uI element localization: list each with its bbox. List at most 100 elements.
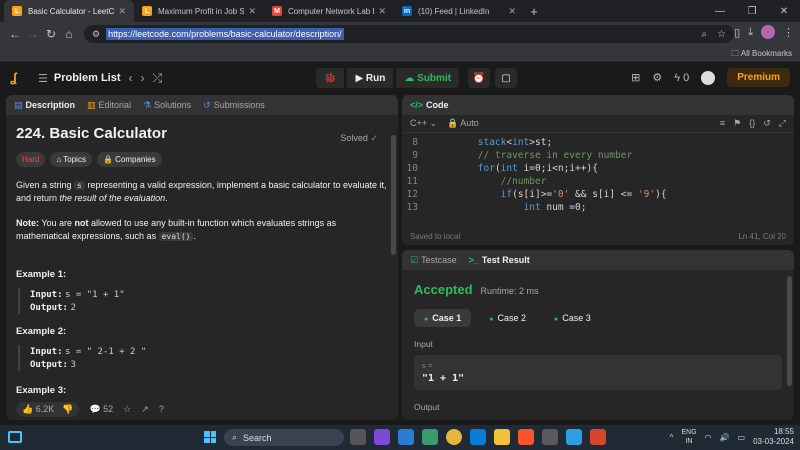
reset-icon[interactable]: ↺ (763, 118, 771, 129)
close-tab-icon[interactable]: ✕ (378, 6, 386, 17)
case-label: Case 2 (497, 313, 527, 323)
bookmark-star-icon[interactable]: ☆ (717, 29, 726, 40)
app-icon[interactable] (422, 429, 438, 445)
language-select[interactable]: C++ ⌄ (410, 118, 437, 129)
chevron-up-icon[interactable]: ^ (670, 433, 674, 442)
shuffle-icon[interactable]: ⤮ (153, 71, 163, 86)
close-tab-icon[interactable]: ✕ (248, 6, 256, 17)
fullscreen-icon[interactable]: ⤢ (779, 118, 786, 129)
download-icon[interactable]: ⤓ (748, 26, 753, 39)
menu-icon[interactable]: ⋮ (783, 26, 794, 39)
notes-button[interactable]: ▢ (495, 68, 518, 88)
problem-list-button[interactable]: ☰ Problem List (38, 72, 121, 85)
comments-button[interactable]: 💬 52 (89, 404, 113, 415)
all-bookmarks-label: All Bookmarks (740, 49, 792, 58)
home-icon[interactable]: ⌂ (60, 27, 78, 41)
all-bookmarks-button[interactable]: 🗀 All Bookmarks (731, 48, 792, 62)
tab-description[interactable]: ▤ Description (14, 100, 75, 111)
zoom-icon[interactable]: ⌕ (701, 29, 707, 40)
url-input[interactable]: ⚙ https://leetcode.com/problems/basic-ca… (84, 25, 734, 43)
browser-tab[interactable]: M Computer Network Lab Experin ✕ (264, 0, 394, 22)
volume-icon[interactable]: 🔊 (720, 433, 730, 442)
wps-icon[interactable] (590, 429, 606, 445)
site-info-icon[interactable]: ⚙ (92, 29, 100, 40)
favorite-icon[interactable]: ☆ (123, 404, 131, 415)
battery-icon[interactable]: ▭ (738, 433, 746, 442)
tab-submissions[interactable]: ↺ Submissions (203, 100, 265, 111)
maximize-icon[interactable]: ❐ (736, 0, 768, 22)
code-line[interactable]: 9 // traverse in every number (402, 150, 794, 163)
timer-button[interactable]: ⏰ (468, 68, 491, 88)
minimize-icon[interactable]: — (704, 0, 736, 22)
profile-avatar[interactable] (761, 25, 775, 39)
companies-tag[interactable]: 🔒 Companies (96, 152, 162, 167)
clock[interactable]: 18:55 03-03-2024 (753, 427, 794, 447)
dislike-button[interactable]: 👎 (62, 404, 73, 415)
layout-icon[interactable]: ⊞ (631, 71, 640, 84)
sidepanel-icon[interactable]: ▯ (734, 26, 740, 39)
leetcode-logo[interactable]: ʆ (10, 70, 26, 86)
premium-button[interactable]: Premium (727, 68, 790, 87)
vscode-icon[interactable] (398, 429, 414, 445)
browser-tab[interactable]: L Basic Calculator - LeetCode✕ (4, 0, 134, 22)
close-window-icon[interactable]: ✕ (768, 0, 800, 22)
code-line[interactable]: 13 int num =0; (402, 202, 794, 215)
close-tab-icon[interactable]: ✕ (118, 6, 126, 17)
forward-icon[interactable]: → (24, 27, 42, 41)
code-line[interactable]: 12 if(s[i]>='0' && s[i] <= '9'){ (402, 189, 794, 202)
file-explorer-icon[interactable] (494, 429, 510, 445)
code-editor[interactable]: 8 stack<int>st; 9 // traverse in every nu… (402, 133, 794, 215)
like-button[interactable]: 👍 6.2K (22, 404, 54, 415)
description-scrollbar[interactable] (391, 135, 396, 255)
edge-icon[interactable] (470, 429, 486, 445)
streak-counter[interactable]: ϟ 0 (674, 72, 689, 84)
run-button[interactable]: ▶ Run (347, 68, 394, 88)
widgets-icon[interactable] (8, 431, 22, 443)
line-number: 8 (412, 137, 418, 148)
next-problem-icon[interactable]: › (141, 71, 145, 85)
browser-tab[interactable]: in (10) Feed | LinkedIn ✕ (394, 0, 524, 22)
tab-testcase[interactable]: ☑ Testcase (410, 255, 457, 266)
close-tab-icon[interactable]: ✕ (508, 6, 516, 17)
start-icon[interactable] (204, 431, 216, 443)
back-icon[interactable]: ← (6, 27, 24, 41)
help-icon[interactable]: ? (159, 404, 164, 414)
tab-test-result[interactable]: >_ Test Result (469, 255, 530, 265)
chrome-icon[interactable] (446, 429, 462, 445)
code-line[interactable]: 11 //number (402, 176, 794, 189)
braces-icon[interactable]: {} (749, 118, 755, 129)
task-view-icon[interactable] (350, 429, 366, 445)
teams-icon[interactable] (374, 429, 390, 445)
topics-tag[interactable]: ⌂ Topics (50, 152, 92, 167)
bookmark-icon[interactable]: ⚑ (733, 118, 741, 129)
code-tab[interactable]: </> Code (410, 100, 449, 110)
new-tab-button[interactable]: + (524, 0, 544, 22)
test-panel: ☑ Testcase >_ Test Result Accepted Runtime… (402, 250, 794, 420)
prev-problem-icon[interactable]: ‹ (129, 71, 133, 85)
case-tab[interactable]: ● Case 1 (414, 309, 472, 327)
store-icon[interactable] (542, 429, 558, 445)
case-tab[interactable]: ● Case 2 (479, 309, 536, 327)
user-avatar[interactable] (701, 70, 716, 85)
share-icon[interactable]: ↗ (141, 404, 149, 415)
code-line[interactable]: 10 for(int i=0;i<n;i++){ (402, 163, 794, 176)
brave-icon[interactable] (518, 429, 534, 445)
format-icon[interactable]: ≡ (720, 118, 725, 129)
wifi-icon[interactable]: ◠ (705, 433, 712, 442)
test-scrollbar[interactable] (787, 276, 792, 386)
debug-button[interactable]: 🐞 (316, 68, 345, 88)
problem-title[interactable]: 224. Basic Calculator (16, 125, 388, 142)
language-indicator[interactable]: ENG IN (681, 428, 696, 446)
tab-editorial[interactable]: ▥ Editorial (87, 100, 131, 111)
autocomplete-toggle[interactable]: 🔒 Auto (447, 118, 479, 129)
settings-icon[interactable]: ⚙ (652, 71, 662, 84)
submit-button[interactable]: ☁ Submit (396, 68, 460, 88)
reload-icon[interactable]: ↻ (42, 27, 60, 41)
case-tab[interactable]: ● Case 3 (544, 309, 601, 327)
code-line[interactable]: 8 stack<int>st; (402, 137, 794, 150)
taskbar-search[interactable]: ⌕ Search (224, 429, 344, 446)
tab-solutions[interactable]: ⚗ Solutions (143, 100, 191, 111)
topics-label: Topics (63, 155, 86, 164)
browser-tab[interactable]: L Maximum Profit in Job Schedul✕ (134, 0, 264, 22)
app-icon-2[interactable] (566, 429, 582, 445)
